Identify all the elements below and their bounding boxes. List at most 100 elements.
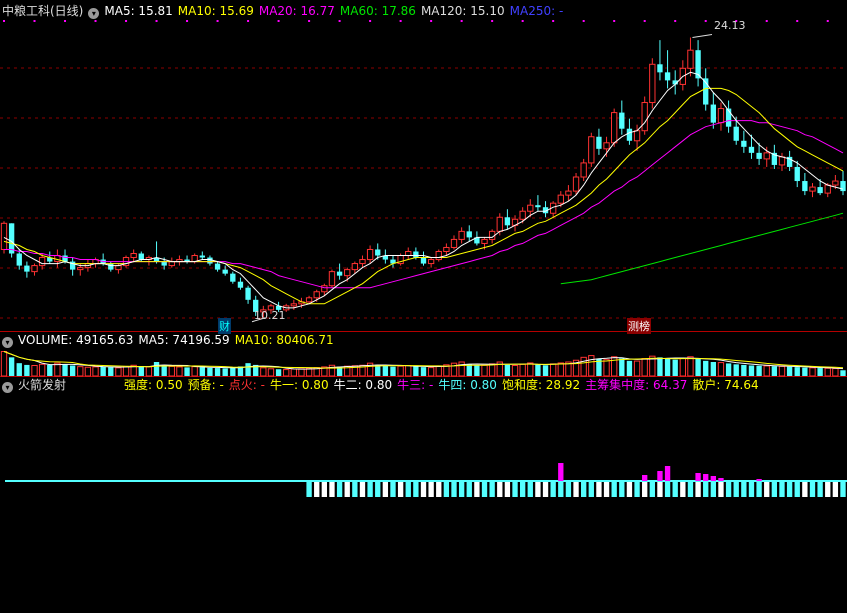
volume-bar-down bbox=[214, 368, 221, 376]
indicator-bar bbox=[733, 482, 739, 497]
volume-bar-up bbox=[298, 368, 305, 377]
indicator-settings-icon[interactable]: ▾ bbox=[2, 382, 13, 393]
candle-body-down bbox=[16, 253, 22, 266]
indicator-bar bbox=[672, 482, 678, 497]
stock-title[interactable]: 中粮工科(日线) bbox=[2, 4, 83, 18]
top-dot-marker bbox=[155, 20, 158, 22]
candle-body-up bbox=[519, 210, 526, 220]
volume-bar-down bbox=[626, 360, 633, 376]
candle-body-up bbox=[687, 49, 694, 69]
candle-body-up bbox=[115, 265, 122, 271]
low-price-label: 10.21 bbox=[254, 309, 286, 322]
candle-body-down bbox=[24, 265, 30, 272]
top-dot-marker bbox=[399, 20, 402, 22]
volume-bar-down bbox=[542, 365, 549, 376]
event-marker-list[interactable]: 测榜 bbox=[627, 318, 651, 334]
indicator-bar bbox=[832, 482, 839, 497]
top-dot-marker bbox=[216, 20, 219, 22]
candle-body-down bbox=[741, 140, 747, 147]
candle-body-down bbox=[138, 253, 144, 260]
volume-bar-up bbox=[267, 368, 275, 377]
indicator-bar bbox=[626, 482, 633, 497]
volume-bar-down bbox=[8, 357, 15, 376]
top-dot-marker bbox=[674, 20, 677, 22]
indicator-bar bbox=[321, 482, 328, 497]
stock-chart[interactable] bbox=[0, 0, 847, 613]
candle-body-down bbox=[420, 257, 427, 264]
top-dot-marker bbox=[94, 20, 97, 22]
candle-body-down bbox=[748, 146, 755, 153]
indicator-bar bbox=[550, 482, 556, 497]
volume-bar-up bbox=[519, 363, 526, 377]
top-dot-marker bbox=[369, 20, 372, 22]
volume-bar-up bbox=[305, 367, 313, 377]
indicator-spike bbox=[718, 478, 724, 481]
settings-circle-icon[interactable]: ▾ bbox=[88, 8, 100, 19]
volume-settings-icon[interactable]: ▾ bbox=[2, 337, 13, 348]
ma20-value: MA20: 16.77 bbox=[258, 4, 335, 18]
indicator-bar bbox=[397, 482, 404, 497]
event-marker-finance[interactable]: 财 bbox=[218, 318, 231, 334]
top-dot-marker bbox=[552, 20, 555, 22]
indicator-bar bbox=[359, 482, 366, 497]
candle-body-up bbox=[435, 250, 442, 261]
indicator-item-2: 点火: - bbox=[228, 378, 265, 392]
indicator-bar bbox=[573, 482, 579, 497]
indicator-name[interactable]: 火箭发射 bbox=[18, 378, 66, 392]
volume-bar-up bbox=[549, 363, 557, 377]
candle-body-down bbox=[237, 281, 244, 288]
candle-body-down bbox=[733, 126, 739, 141]
volume-bar-down bbox=[741, 364, 747, 376]
indicator-bar bbox=[413, 482, 419, 497]
volume-bar-up bbox=[824, 367, 831, 377]
top-dot-marker bbox=[308, 20, 311, 22]
candle-body-down bbox=[802, 181, 808, 192]
indicator-bar bbox=[817, 482, 823, 497]
indicator-spike bbox=[657, 471, 663, 481]
volume-bar-up bbox=[38, 363, 46, 377]
volume-ma5-value: MA5: 74196.59 bbox=[138, 333, 230, 347]
ma60-line bbox=[560, 212, 844, 285]
top-dot-marker bbox=[704, 20, 707, 22]
candle-body-down bbox=[413, 251, 419, 258]
high-arrow bbox=[692, 34, 713, 39]
top-dot-marker bbox=[247, 20, 250, 22]
candle-body-up bbox=[344, 269, 351, 277]
indicator-bar bbox=[603, 482, 610, 497]
candle-body-down bbox=[619, 112, 625, 129]
volume-bar-up bbox=[191, 366, 198, 377]
indicator-bar bbox=[695, 482, 701, 497]
candle-body-up bbox=[481, 238, 488, 244]
candle-body-down bbox=[375, 249, 381, 256]
indicator-bar bbox=[657, 482, 663, 497]
candle-body-down bbox=[8, 223, 15, 254]
indicator-bar bbox=[336, 482, 343, 497]
candle-body-down bbox=[626, 128, 633, 141]
indicator-bar bbox=[581, 482, 587, 497]
volume-bar-down bbox=[153, 362, 160, 376]
indicator-bar bbox=[596, 482, 602, 497]
volume-bar-up bbox=[427, 367, 435, 377]
candle-body-up bbox=[0, 222, 8, 250]
candle-body-down bbox=[336, 271, 343, 276]
candle-body-up bbox=[458, 230, 465, 240]
volume-header: ▾ VOLUME: 49165.63 MA5: 74196.59 MA10: 8040… bbox=[2, 332, 339, 348]
candle-body-down bbox=[756, 152, 762, 159]
ma10-value: MA10: 15.69 bbox=[177, 4, 254, 18]
top-dot-marker bbox=[3, 20, 5, 22]
indicator-bar bbox=[390, 482, 396, 497]
candle-body-up bbox=[641, 102, 648, 132]
top-dot-marker bbox=[582, 20, 585, 22]
candle-body-up bbox=[778, 156, 786, 166]
indicator-bar bbox=[619, 482, 625, 497]
ma5-line bbox=[3, 71, 844, 309]
volume-bar-down bbox=[69, 365, 76, 376]
top-dot-marker bbox=[491, 20, 494, 22]
indicator-item-3: 牛一: 0.80 bbox=[270, 378, 329, 392]
candle-body-up bbox=[38, 257, 46, 267]
indicator-bar bbox=[458, 482, 465, 497]
indicator-bar bbox=[504, 482, 511, 497]
volume-bar-down bbox=[24, 364, 30, 376]
price-header: 中粮工科(日线) ▾ MA5: 15.81 MA10: 15.69 MA20: 16.7… bbox=[2, 3, 568, 19]
volume-bar-down bbox=[199, 367, 205, 376]
